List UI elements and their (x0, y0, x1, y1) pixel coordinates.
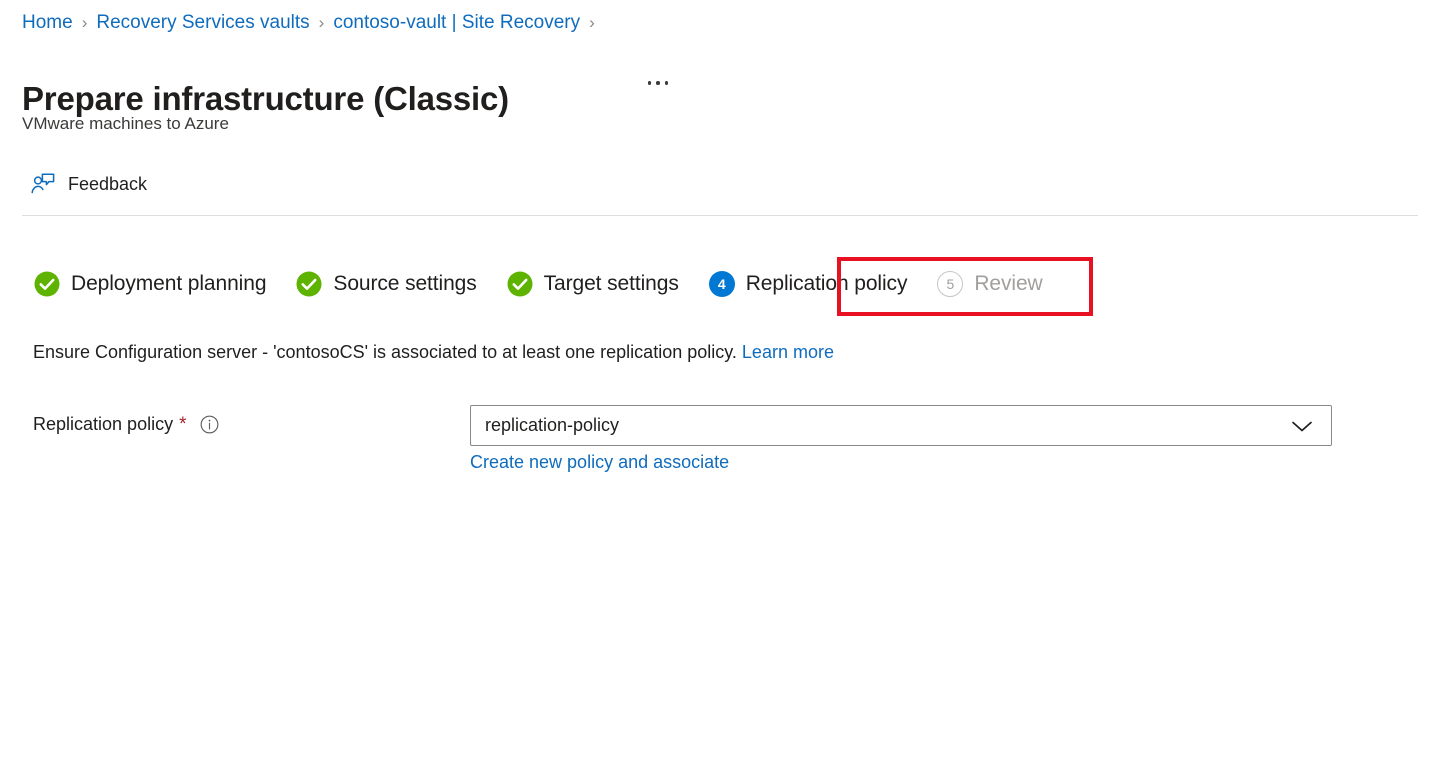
check-circle-icon (507, 271, 533, 297)
breadcrumb-item-contoso-vault[interactable]: contoso-vault | Site Recovery (333, 10, 580, 36)
replication-policy-selected-value: replication-policy (485, 415, 620, 435)
wizard-step-label: Review (974, 272, 1043, 295)
number-circle-icon: 4 (708, 271, 735, 297)
feedback-label: Feedback (68, 173, 148, 194)
wizard-step-label: Source settings (333, 272, 477, 295)
number-circle-icon: 5 (937, 271, 964, 297)
wizard-step-label: Deployment planning (71, 272, 267, 295)
page-title: Prepare infrastructure (Classic) (22, 80, 509, 118)
breadcrumb: Home › Recovery Services vaults › contos… (22, 10, 604, 36)
breadcrumb-separator-icon: › (81, 13, 88, 32)
wizard-step-target-settings[interactable]: Target settings (495, 262, 691, 306)
check-circle-icon (296, 271, 322, 297)
command-bar: Feedback (22, 167, 157, 201)
wizard-step-list: Deployment planning Source settings Targ… (22, 262, 1055, 306)
ellipsis-icon (664, 81, 669, 85)
wizard-step-source-settings[interactable]: Source settings (284, 262, 488, 306)
info-circle-icon[interactable] (200, 415, 219, 434)
wizard-step-replication-policy[interactable]: 4 Replication policy (697, 262, 920, 306)
chevron-down-icon (1292, 421, 1312, 431)
create-new-policy-link[interactable]: Create new policy and associate (470, 452, 729, 473)
learn-more-link[interactable]: Learn more (742, 342, 834, 362)
wizard-step-label: Replication policy (745, 272, 908, 295)
wizard-step-review: 5 Review (925, 262, 1054, 306)
replication-policy-label: Replication policy * (33, 414, 219, 435)
page-subtitle: VMware machines to Azure (22, 114, 229, 133)
required-indicator: * (179, 414, 187, 435)
wizard-step-label: Target settings (543, 272, 679, 295)
more-options-button[interactable] (641, 70, 675, 96)
wizard-step-deployment-planning[interactable]: Deployment planning (22, 262, 278, 306)
replication-policy-dropdown[interactable]: replication-policy (470, 405, 1332, 446)
instruction-message: Ensure Configuration server - 'contosoCS… (33, 342, 737, 362)
feedback-person-icon (31, 173, 55, 194)
instruction-text: Ensure Configuration server - 'contosoCS… (33, 342, 834, 363)
feedback-button[interactable]: Feedback (22, 167, 157, 201)
breadcrumb-item-home[interactable]: Home (22, 10, 73, 36)
breadcrumb-separator-icon: › (589, 13, 595, 32)
command-bar-divider (22, 215, 1418, 216)
ellipsis-icon (656, 81, 660, 85)
check-circle-icon (34, 271, 60, 297)
breadcrumb-item-recovery-services-vaults[interactable]: Recovery Services vaults (96, 10, 309, 36)
field-label-text: Replication policy (33, 414, 174, 434)
breadcrumb-separator-icon: › (318, 13, 325, 32)
ellipsis-icon (647, 81, 652, 85)
